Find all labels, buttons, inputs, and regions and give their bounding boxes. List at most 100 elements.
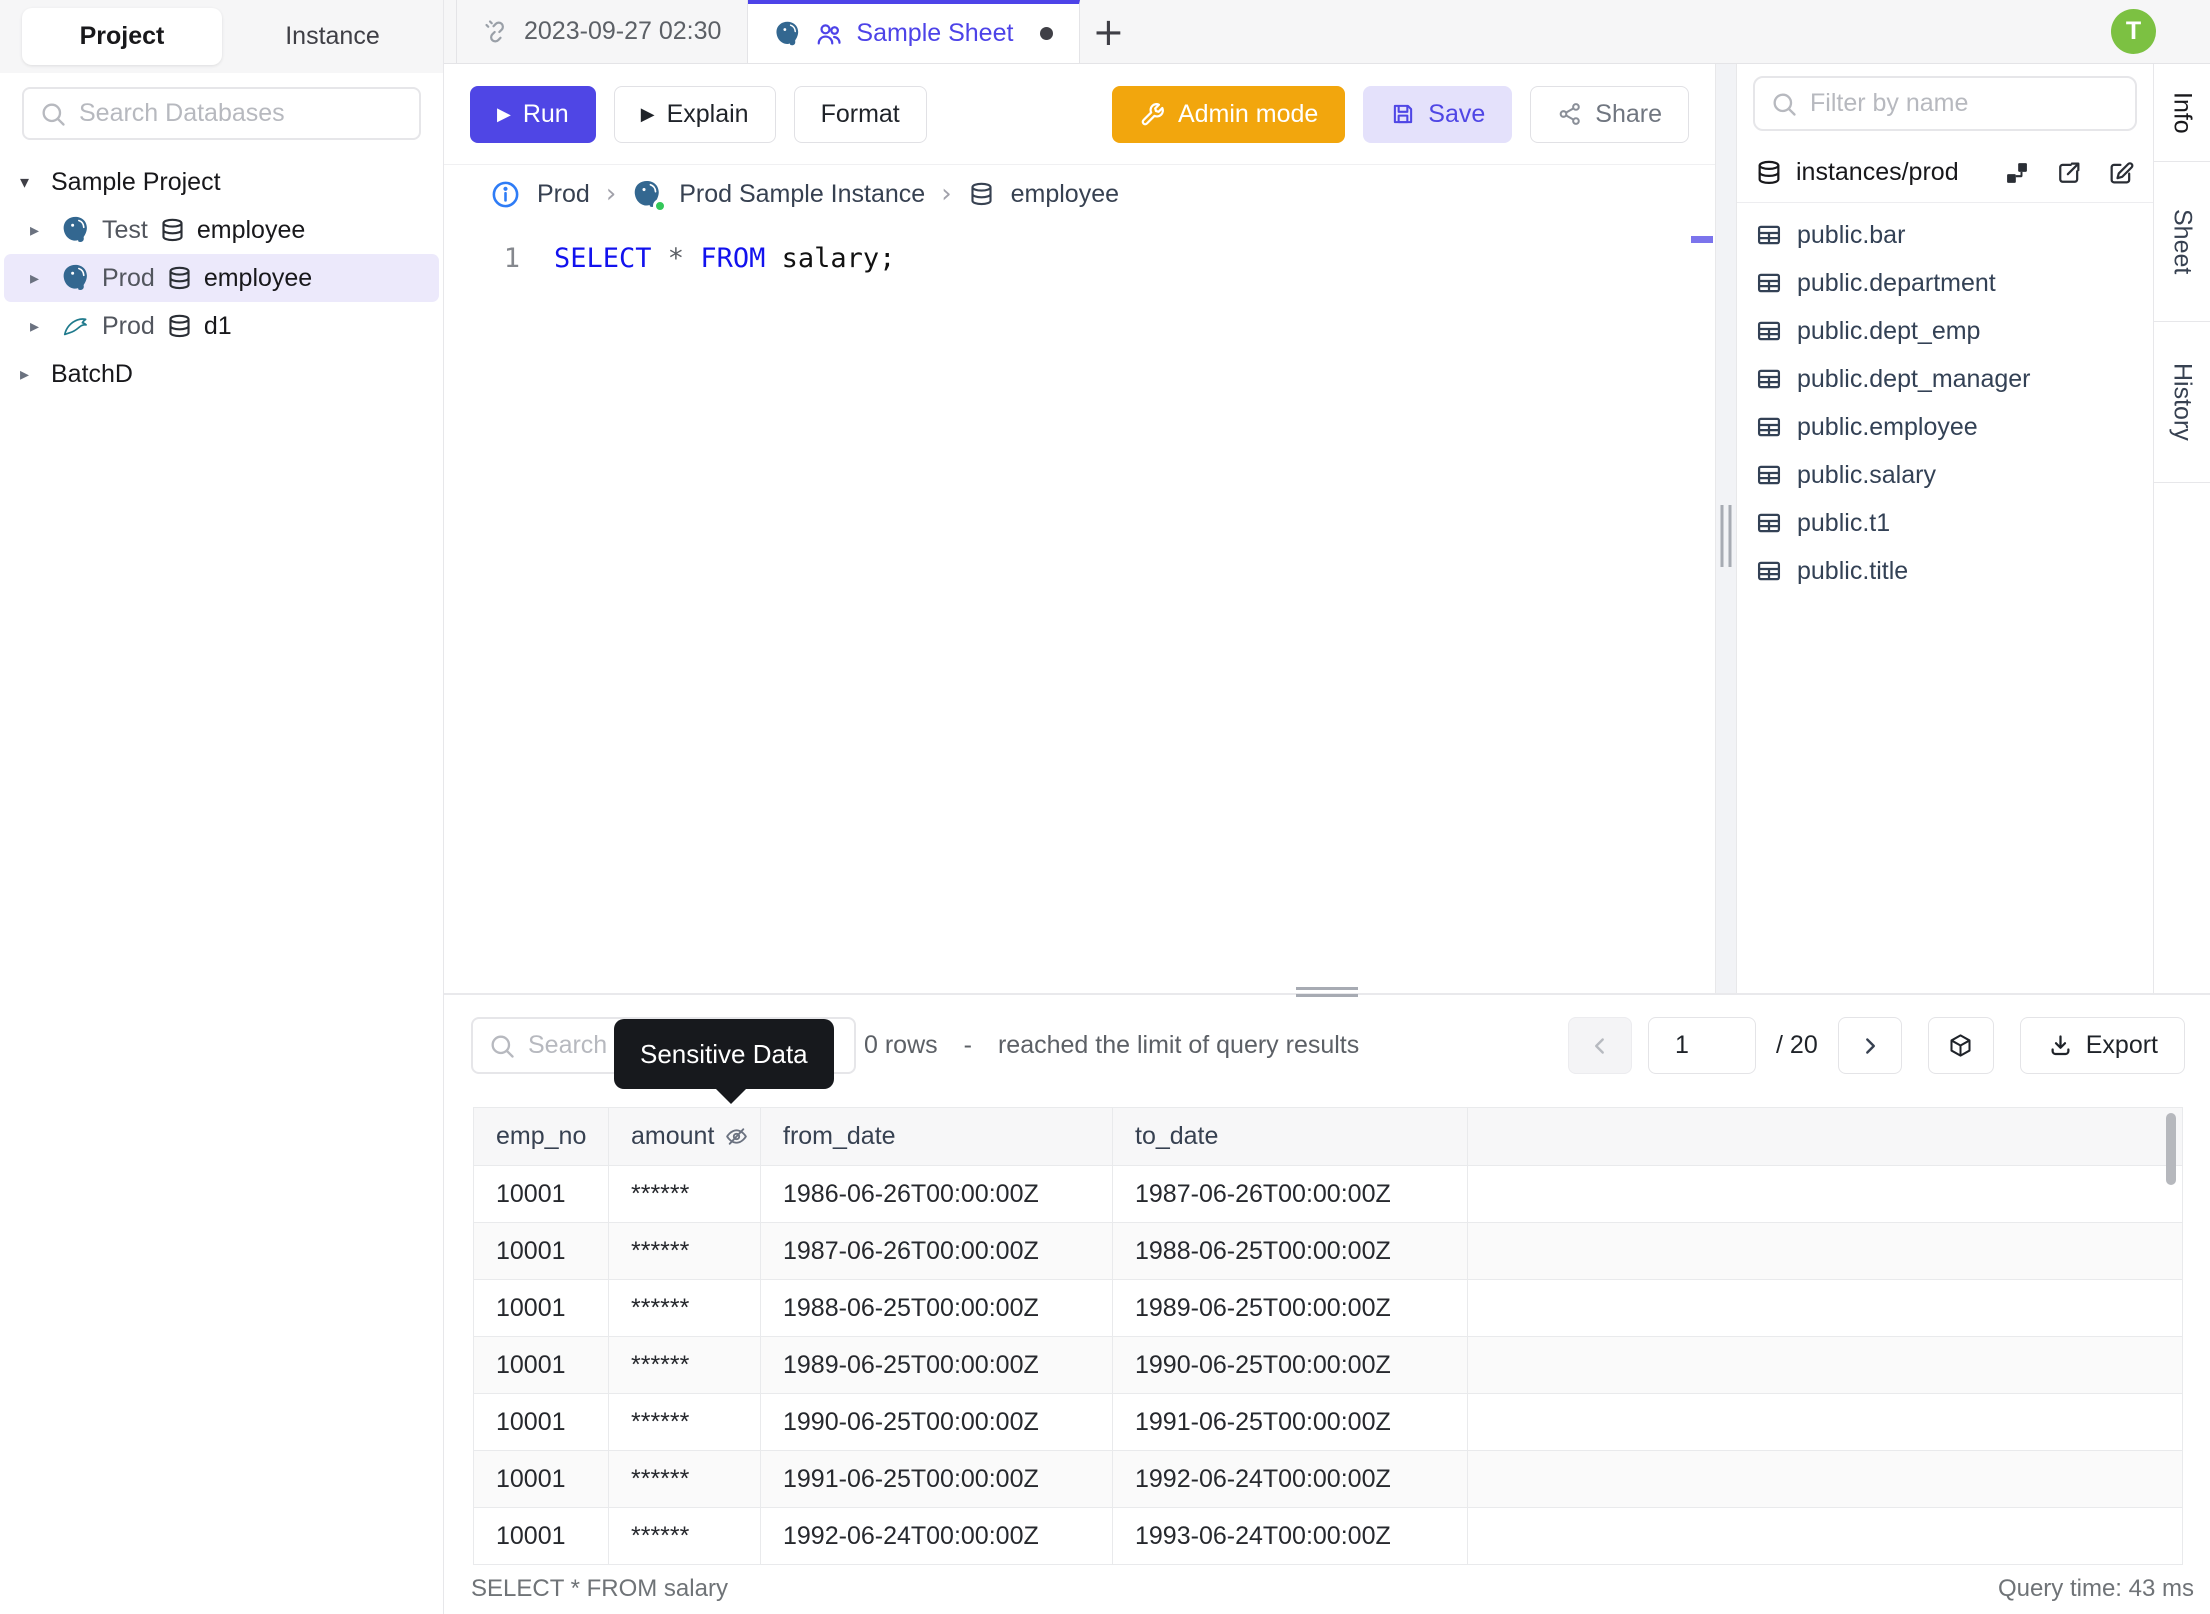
page-number-input[interactable] [1648,1017,1757,1074]
unsaved-dot [1040,27,1054,40]
tree-item-batchd[interactable]: ▸ BatchD [0,350,443,398]
sql-editor[interactable]: 1 SELECT * FROM salary; [444,223,1715,993]
cell-to-date: 1991-06-25T00:00:00Z [1112,1393,1468,1451]
caret-right-icon[interactable]: ▸ [30,220,50,241]
environment-label: Test [102,215,148,244]
new-tab-button[interactable]: + [1080,0,1136,63]
column-header-amount[interactable]: amount [608,1107,761,1166]
cell-amount-masked: ****** [608,1279,761,1337]
results-table: emp_no amount from_date to_date 10001 **… [473,1107,2183,1565]
page-total: / 20 [1776,1031,1818,1059]
breadcrumb-database[interactable]: employee [1011,180,1119,209]
table-icon [1757,465,1781,485]
main-area: 2023-09-27 02:30 Sample Sheet + T ▶ Run … [444,0,2210,1614]
cell-emp-no: 10001 [473,1165,609,1223]
caret-right-icon[interactable]: ▸ [30,268,50,289]
table-list-item[interactable]: public.t1 [1737,499,2153,547]
cell-from-date: 1988-06-25T00:00:00Z [760,1279,1113,1337]
explain-label: Explain [666,99,749,128]
table-list-item[interactable]: public.title [1737,547,2153,595]
overview-ruler [1689,223,1715,993]
search-icon [42,103,65,126]
format-button[interactable]: Format [793,85,927,143]
tab-instance[interactable]: Instance [222,22,443,51]
download-icon [2051,1035,2070,1056]
tree-item-sample-project[interactable]: ▾ Sample Project [0,158,443,206]
run-button[interactable]: ▶ Run [470,85,596,143]
tab-project-label: Project [79,22,165,50]
sql-operator: * [667,243,701,274]
mysql-icon [63,318,87,336]
table-list-item[interactable]: public.salary [1737,451,2153,499]
cell-amount-masked: ****** [608,1165,761,1223]
explain-button[interactable]: ▶ Explain [613,85,776,143]
drag-handle-icon[interactable] [1720,505,1732,567]
table-list-item[interactable]: public.dept_emp [1737,307,2153,355]
table-list-item[interactable]: public.department [1737,259,2153,307]
export-button[interactable]: Export [2019,1017,2185,1074]
cell-to-date: 1993-06-24T00:00:00Z [1112,1507,1468,1565]
caret-down-icon[interactable]: ▾ [20,172,40,193]
schema-diagram-icon[interactable] [2003,159,2031,187]
breadcrumb-env[interactable]: Prod [537,180,590,209]
cell-to-date: 1987-06-26T00:00:00Z [1112,1165,1468,1223]
postgresql-icon [63,264,87,291]
column-header-from-date[interactable]: from_date [760,1107,1113,1166]
caret-right-icon[interactable]: ▸ [20,364,40,385]
column-header-to-date[interactable]: to_date [1112,1107,1468,1166]
database-tree: ▾ Sample Project ▸ Test employee ▸ Prod … [0,158,443,398]
sql-code: SELECT * FROM salary; [554,243,895,274]
panel-resizer-vertical[interactable] [1715,64,1737,993]
cell-from-date: 1989-06-25T00:00:00Z [760,1336,1113,1394]
tab-sheet[interactable]: Sheet [2154,162,2210,322]
tree-item-test-employee[interactable]: ▸ Test employee [0,206,443,254]
column-header-emp-no[interactable]: emp_no [473,1107,609,1166]
box-icon [1950,1034,1971,1057]
cell-emp-no: 10001 [473,1279,609,1337]
save-icon [1394,104,1413,124]
info-icon[interactable] [490,179,521,210]
table-icon [1757,417,1781,437]
search-databases-input[interactable] [79,99,419,128]
tab-history[interactable]: History [2154,322,2210,483]
table-row: 10001 ****** 1986-06-26T00:00:00Z 1987-0… [473,1165,2183,1223]
tab-sheet-label: Sheet [2168,208,2197,275]
table-list-item[interactable]: public.employee [1737,403,2153,451]
sql-identifier: salary; [781,243,896,274]
scope-label: instances/prod [1796,158,1959,186]
sheet-tab-sample-sheet[interactable]: Sample Sheet [748,0,1081,63]
save-button[interactable]: Save [1363,85,1513,143]
row-count: 0 rows [864,1031,938,1059]
table-list-item[interactable]: public.bar [1737,211,2153,259]
table-list-item[interactable]: public.dept_manager [1737,355,2153,403]
sheet-tab-unsaved[interactable]: 2023-09-27 02:30 [456,0,749,63]
caret-right-icon[interactable]: ▸ [30,316,50,337]
tab-project[interactable]: Project [22,8,222,65]
table-name: public.department [1797,268,1996,297]
sheet-tabstrip: 2023-09-27 02:30 Sample Sheet + T [444,0,2210,64]
panel-resizer-horizontal[interactable] [1296,987,1358,997]
table-scrollbar[interactable] [2166,1113,2176,1185]
avatar[interactable]: T [2111,9,2156,54]
results-panel: 0 rows - reached the limit of query resu… [444,987,2210,1614]
postgresql-icon [63,216,87,243]
data-masking-button[interactable] [1927,1017,1994,1074]
tree-item-prod-employee[interactable]: ▸ Prod employee [4,254,439,302]
breadcrumb-instance[interactable]: Prod Sample Instance [679,180,925,209]
filter-by-name-input[interactable] [1810,89,2135,118]
tree-item-prod-d1[interactable]: ▸ Prod d1 [0,302,443,350]
tab-info[interactable]: Info [2154,64,2210,162]
column-header-filler [1467,1107,2183,1166]
prev-page-button[interactable] [1568,1017,1633,1074]
admin-mode-button[interactable]: Admin mode [1111,85,1346,143]
share-button[interactable]: Share [1530,85,1689,143]
database-label: employee [203,263,313,292]
edit-icon[interactable] [2107,159,2135,187]
next-page-button[interactable] [1837,1017,1902,1074]
table-icon [1757,321,1781,341]
cell-filler [1467,1507,2183,1565]
cell-to-date: 1990-06-25T00:00:00Z [1112,1336,1468,1394]
tab-instance-label: Instance [285,22,380,50]
header-row: emp_no amount from_date to_date [473,1107,2183,1166]
external-link-icon[interactable] [2055,159,2083,187]
